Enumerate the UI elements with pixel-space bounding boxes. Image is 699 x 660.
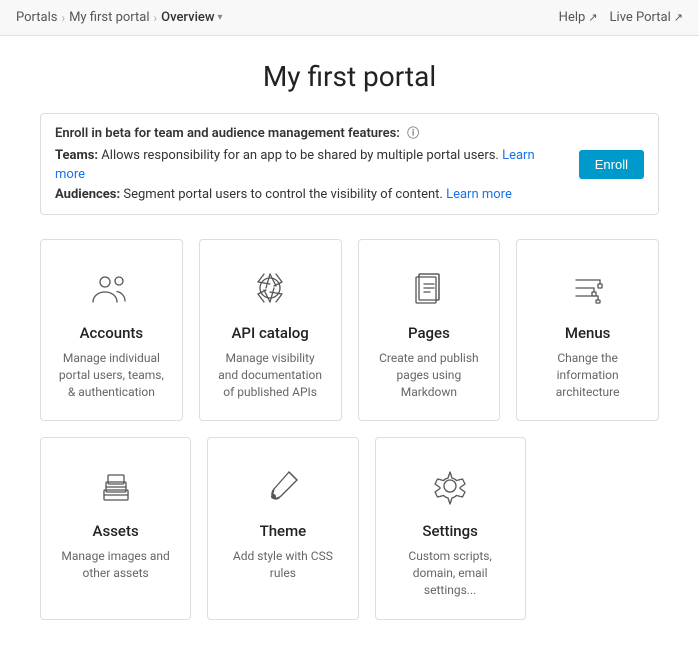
breadcrumb-sep-2: › [154,11,158,25]
beta-audiences-line: Audiences: Segment portal users to contr… [55,185,567,205]
card-theme[interactable]: Theme Add style with CSS rules [207,437,358,619]
theme-title: Theme [260,522,307,540]
header-actions: Help ↗ Live Portal ↗ [559,10,683,25]
beta-banner: Enroll in beta for team and audience man… [40,113,659,215]
menus-title: Menus [565,324,611,342]
breadcrumb-current: Overview ▾ [161,10,222,25]
accounts-desc: Manage individual portal users, teams, &… [57,350,166,400]
help-external-icon: ↗ [588,11,597,24]
card-accounts[interactable]: Accounts Manage individual portal users,… [40,239,183,421]
accounts-title: Accounts [80,324,144,342]
live-portal-link[interactable]: Live Portal ↗ [610,10,683,25]
cards-row-2: Assets Manage images and other assets Th… [40,437,659,619]
beta-teams-line: Teams: Allows responsibility for an app … [55,146,567,185]
assets-desc: Manage images and other assets [57,548,174,582]
header: Portals › My first portal › Overview ▾ H… [0,0,699,36]
card-assets[interactable]: Assets Manage images and other assets [40,437,191,619]
beta-banner-title: Enroll in beta for team and audience man… [55,124,567,144]
menus-desc: Change the information architecture [533,350,642,400]
api-catalog-title: API catalog [231,324,308,342]
cards-row-1: Accounts Manage individual portal users,… [40,239,659,421]
settings-title: Settings [422,522,478,540]
settings-desc: Custom scripts, domain, email settings..… [392,548,509,598]
breadcrumb: Portals › My first portal › Overview ▾ [16,10,223,25]
page-title: My first portal [40,60,659,93]
pages-title: Pages [408,324,450,342]
theme-icon [259,462,307,510]
card-pages[interactable]: Pages Create and publish pages using Mar… [358,239,501,421]
beta-banner-text: Enroll in beta for team and audience man… [55,124,567,204]
assets-title: Assets [93,522,139,540]
live-portal-external-icon: ↗ [674,11,683,24]
help-link[interactable]: Help ↗ [559,10,598,25]
assets-icon [92,462,140,510]
empty-slot [542,437,659,619]
card-menus[interactable]: Menus Change the information architectur… [516,239,659,421]
breadcrumb-sep-1: › [61,11,65,25]
breadcrumb-portals[interactable]: Portals [16,10,57,25]
pages-icon [405,264,453,312]
breadcrumb-dropdown-icon[interactable]: ▾ [218,12,223,23]
audiences-learn-more[interactable]: Learn more [446,187,512,202]
enroll-button[interactable]: Enroll [579,150,644,179]
accounts-icon [87,264,135,312]
api-catalog-icon [246,264,294,312]
breadcrumb-current-label: Overview [161,10,214,25]
breadcrumb-portal[interactable]: My first portal [69,10,149,25]
pages-desc: Create and publish pages using Markdown [375,350,484,400]
main-content: My first portal Enroll in beta for team … [0,36,699,660]
menus-icon [564,264,612,312]
api-catalog-desc: Manage visibility and documentation of p… [216,350,325,400]
settings-icon [426,462,474,510]
theme-desc: Add style with CSS rules [224,548,341,582]
card-api-catalog[interactable]: API catalog Manage visibility and docume… [199,239,342,421]
beta-help-icon[interactable]: ⓘ [407,126,419,140]
card-settings[interactable]: Settings Custom scripts, domain, email s… [375,437,526,619]
